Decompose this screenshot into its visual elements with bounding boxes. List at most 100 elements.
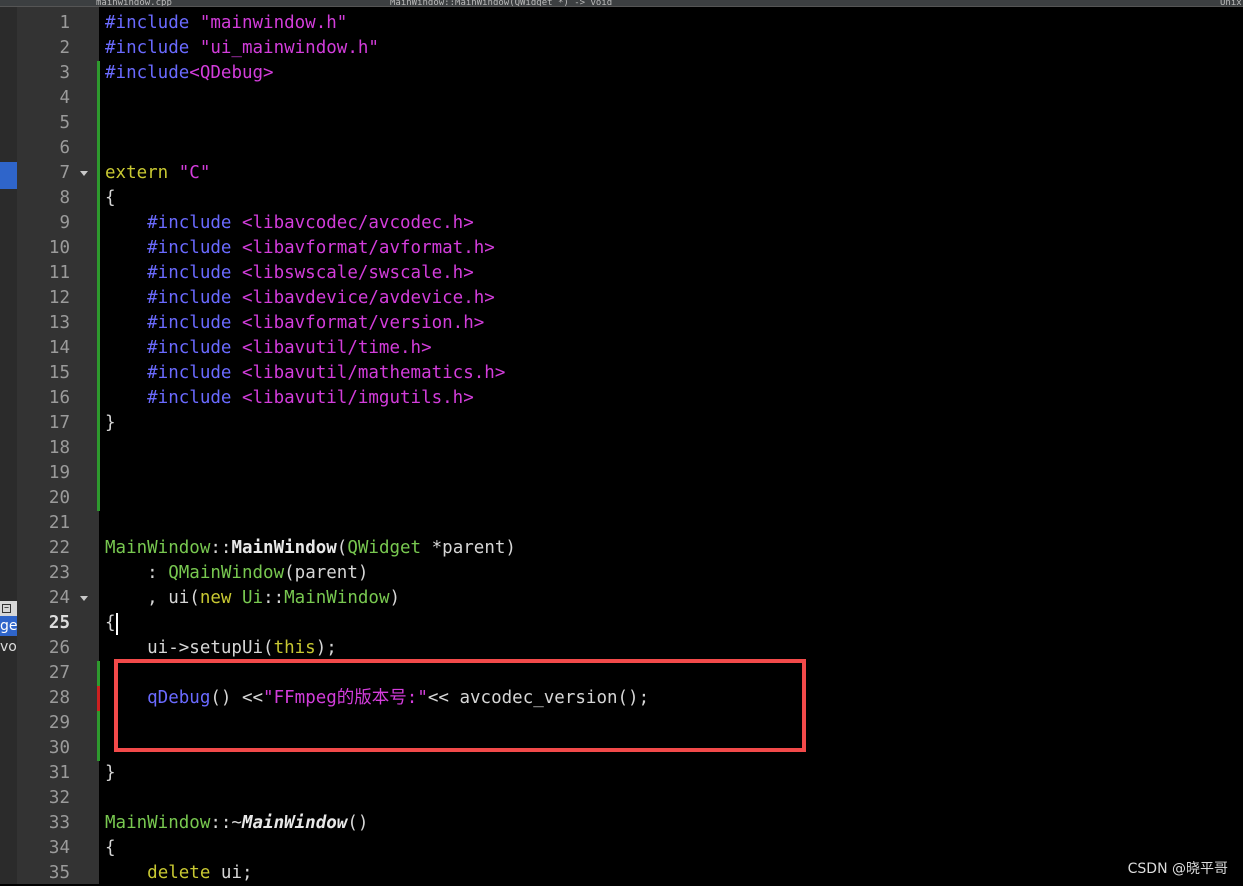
- change-marker: [97, 236, 100, 261]
- change-marker: [97, 336, 100, 361]
- code-text: : QMainWindow(parent): [105, 563, 369, 583]
- editor-toolbar: mainwindow.cpp MainWindow::MainWindow(QW…: [0, 0, 1243, 7]
- code-text: #include <libavcodec/avcodec.h>: [105, 213, 474, 233]
- line-number: 32: [48, 788, 70, 808]
- code-line[interactable]: 8{: [0, 186, 1243, 211]
- line-number: 26: [48, 638, 70, 658]
- line-number: 23: [48, 563, 70, 583]
- line-number: 5: [59, 113, 70, 133]
- code-text: #include <libavformat/avformat.h>: [105, 238, 495, 258]
- code-text: MainWindow::~MainWindow(): [105, 813, 369, 833]
- code-text: MainWindow::MainWindow(QWidget *parent): [105, 538, 516, 558]
- code-text: #include <libswscale/swscale.h>: [105, 263, 474, 283]
- change-marker: [97, 211, 100, 236]
- code-text: #include<QDebug>: [105, 63, 274, 83]
- line-number: 10: [48, 238, 70, 258]
- code-text: {: [105, 838, 116, 858]
- text-cursor: [116, 613, 118, 635]
- line-number: 13: [48, 313, 70, 333]
- line-number: 28: [48, 688, 70, 708]
- code-line[interactable]: 11 #include <libswscale/swscale.h>: [0, 261, 1243, 286]
- change-marker: [97, 111, 100, 136]
- code-text: {: [105, 613, 116, 633]
- code-line[interactable]: 19: [0, 461, 1243, 486]
- code-line[interactable]: 33 MainWindow::~MainWindow(): [0, 811, 1243, 836]
- line-number: 20: [48, 488, 70, 508]
- code-line[interactable]: 1 #include "mainwindow.h": [0, 11, 1243, 36]
- annotation-highlight-box: [114, 659, 806, 752]
- line-number: 34: [48, 838, 70, 858]
- code-line[interactable]: 15 #include <libavutil/mathematics.h>: [0, 361, 1243, 386]
- code-line[interactable]: 13 #include <libavformat/version.h>: [0, 311, 1243, 336]
- watermark: CSDN @晓平哥: [1127, 861, 1228, 877]
- change-marker: [97, 86, 100, 111]
- line-number: 9: [59, 213, 70, 233]
- code-line[interactable]: 7 extern "C": [0, 161, 1243, 186]
- code-line[interactable]: 6: [0, 136, 1243, 161]
- line-number: 16: [48, 388, 70, 408]
- code-line[interactable]: 18: [0, 436, 1243, 461]
- line-number: 12: [48, 288, 70, 308]
- line-number: 8: [59, 188, 70, 208]
- line-number: 24: [48, 588, 70, 608]
- line-number: 22: [48, 538, 70, 558]
- code-line[interactable]: 10 #include <libavformat/avformat.h>: [0, 236, 1243, 261]
- line-number: 29: [48, 713, 70, 733]
- code-line[interactable]: 3 #include<QDebug>: [0, 61, 1243, 86]
- line-number: 21: [48, 513, 70, 533]
- line-number: 2: [59, 38, 70, 58]
- code-text: #include <libavutil/time.h>: [105, 338, 432, 358]
- code-line[interactable]: 31}: [0, 761, 1243, 786]
- code-line[interactable]: 35 delete ui;: [0, 861, 1243, 886]
- code-line[interactable]: 34 {: [0, 836, 1243, 861]
- line-number: 15: [48, 363, 70, 383]
- change-marker: [97, 61, 100, 86]
- code-text: #include <libavformat/version.h>: [105, 313, 485, 333]
- code-line[interactable]: 21: [0, 511, 1243, 536]
- line-number: 14: [48, 338, 70, 358]
- code-text: #include <libavdevice/avdevice.h>: [105, 288, 495, 308]
- code-line[interactable]: 22 MainWindow::MainWindow(QWidget *parent…: [0, 536, 1243, 561]
- code-text: delete ui;: [147, 863, 253, 883]
- code-line[interactable]: 16 #include <libavutil/imgutils.h>: [0, 386, 1243, 411]
- fold-arrow-icon[interactable]: [80, 596, 88, 601]
- line-number: 3: [59, 63, 70, 83]
- line-number: 33: [48, 813, 70, 833]
- code-line[interactable]: 32: [0, 786, 1243, 811]
- code-text: {: [105, 188, 116, 208]
- change-marker: [97, 311, 100, 336]
- change-marker: [97, 361, 100, 386]
- code-text: extern "C": [105, 163, 211, 183]
- code-line[interactable]: 25 {: [0, 611, 1243, 636]
- change-marker: [97, 386, 100, 411]
- line-number: 30: [48, 738, 70, 758]
- line-number: 18: [48, 438, 70, 458]
- code-line[interactable]: 9 #include <libavcodec/avcodec.h>: [0, 211, 1243, 236]
- change-marker: [97, 136, 100, 161]
- code-line[interactable]: 2 #include "ui_mainwindow.h": [0, 36, 1243, 61]
- line-number: 11: [48, 263, 70, 283]
- change-marker: [97, 486, 100, 511]
- line-number: 1: [59, 13, 70, 33]
- file-tab[interactable]: mainwindow.cpp: [96, 0, 172, 6]
- code-line[interactable]: 20: [0, 486, 1243, 511]
- code-line[interactable]: 5: [0, 111, 1243, 136]
- code-line[interactable]: 24 , ui(new Ui::MainWindow): [0, 586, 1243, 611]
- fold-arrow-icon[interactable]: [80, 171, 88, 176]
- code-text: }: [105, 763, 116, 783]
- change-marker: [97, 711, 100, 736]
- code-text: #include <libavutil/mathematics.h>: [105, 363, 506, 383]
- line-number: 25: [48, 613, 70, 633]
- line-number: 27: [48, 663, 70, 683]
- change-marker: [97, 661, 100, 686]
- code-line[interactable]: 26 ui->setupUi(this);: [0, 636, 1243, 661]
- line-ending-selector[interactable]: Unix: [1220, 0, 1242, 6]
- function-selector[interactable]: MainWindow::MainWindow(QWidget *) -> voi…: [390, 0, 612, 6]
- code-line[interactable]: 23 : QMainWindow(parent): [0, 561, 1243, 586]
- code-line[interactable]: 12 #include <libavdevice/avdevice.h>: [0, 286, 1243, 311]
- code-line[interactable]: 17}: [0, 411, 1243, 436]
- line-number: 19: [48, 463, 70, 483]
- code-line[interactable]: 4: [0, 86, 1243, 111]
- change-marker: [97, 736, 100, 761]
- code-line[interactable]: 14 #include <libavutil/time.h>: [0, 336, 1243, 361]
